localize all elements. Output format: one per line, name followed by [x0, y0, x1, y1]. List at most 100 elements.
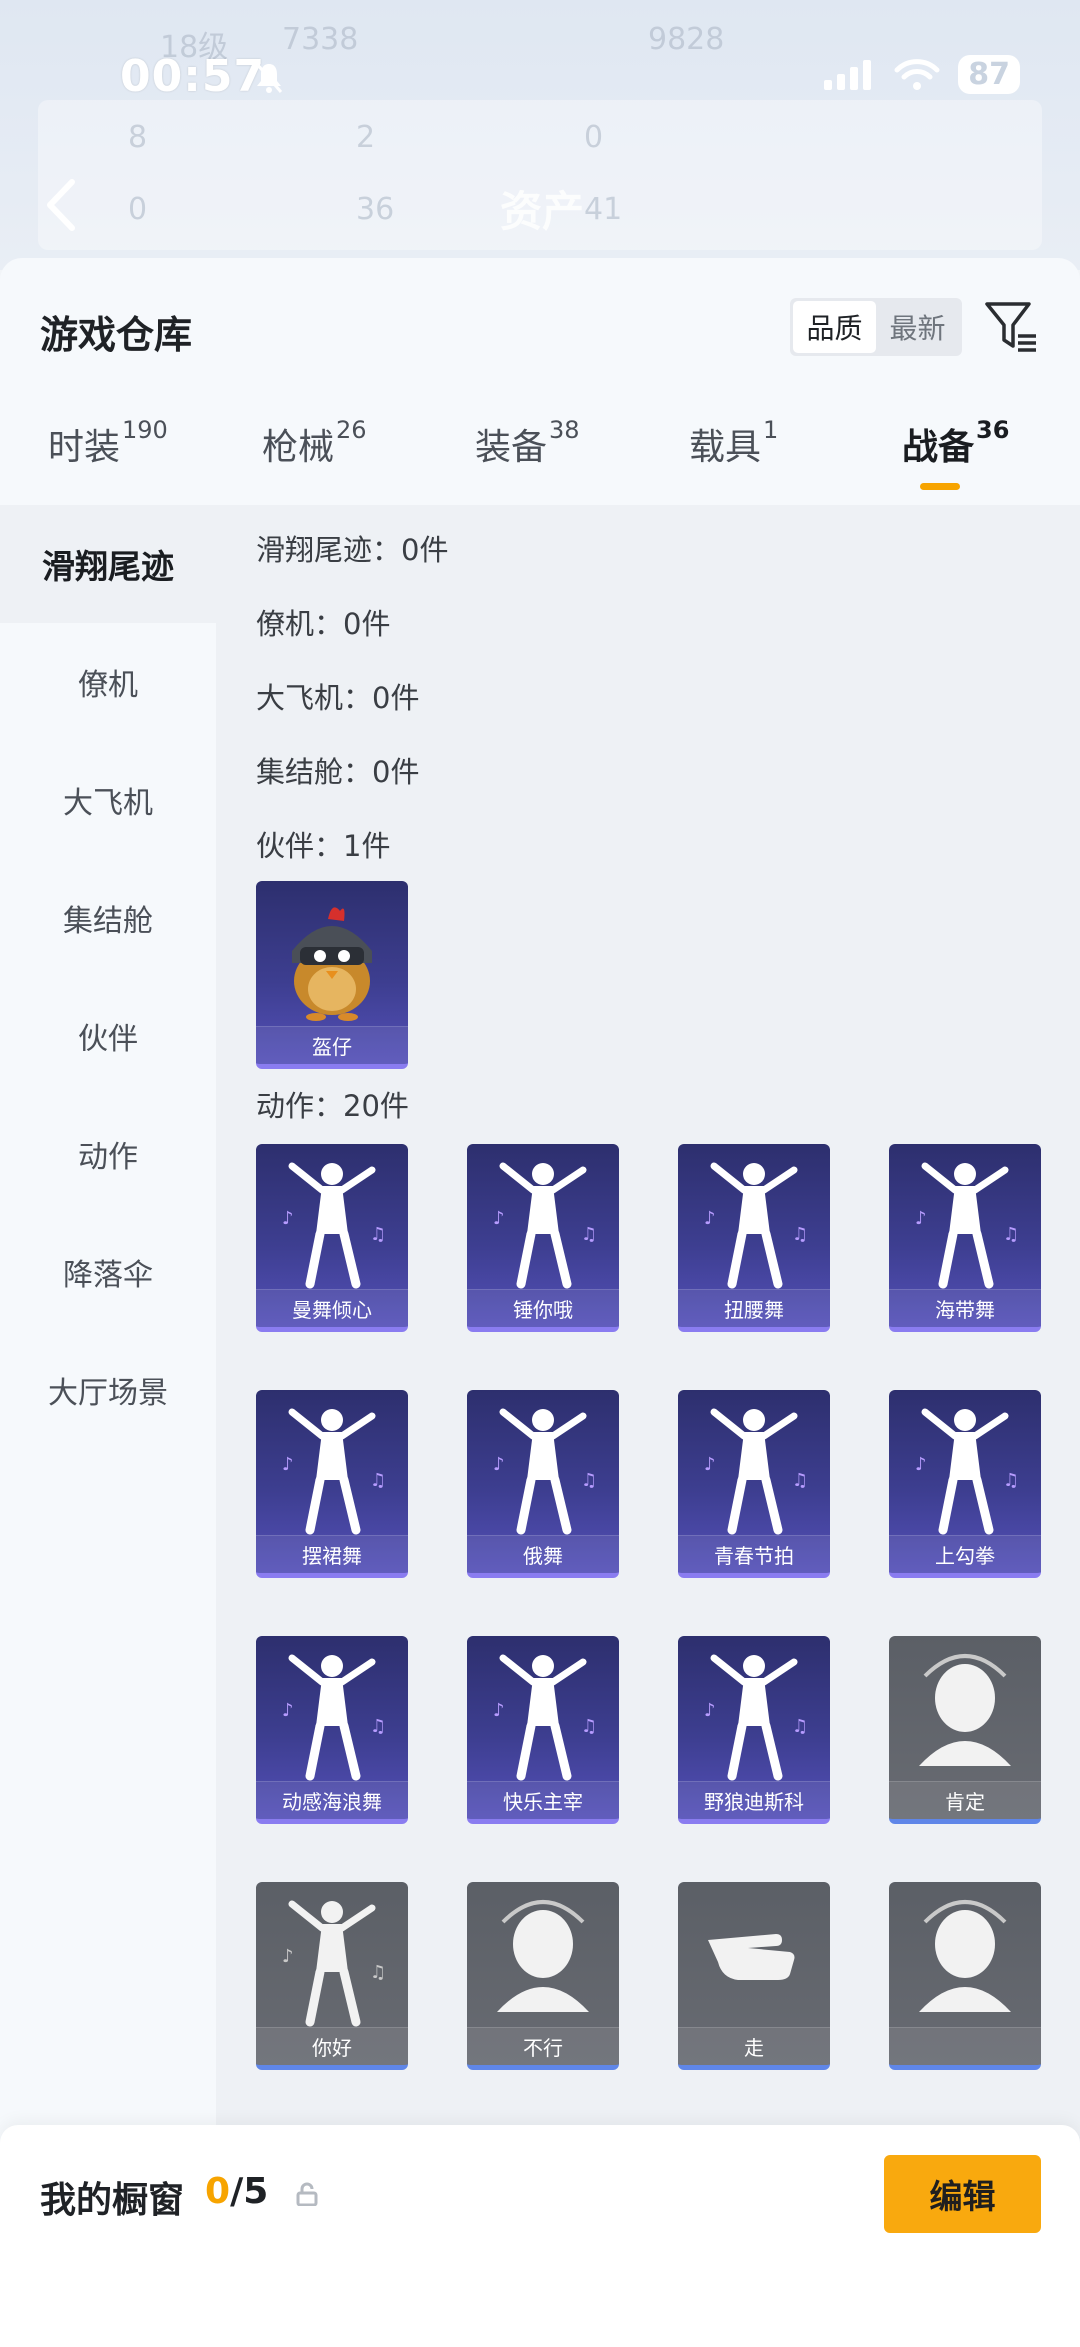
section-glide-trail: 滑翔尾迹：0件 — [256, 533, 449, 567]
svg-text:♪: ♪ — [493, 1700, 505, 1721]
action-card-name: 野狼迪斯科 — [678, 1781, 830, 1819]
twist-dancer-icon: ♪♫ — [704, 1162, 808, 1289]
action-card[interactable]: ♪ ♫ 野狼迪斯科 — [678, 1636, 830, 1824]
tab-battle-prep[interactable]: 战备36 — [902, 416, 1009, 510]
action-card-name: 俄舞 — [467, 1535, 619, 1573]
svg-text:♫: ♫ — [792, 1470, 808, 1491]
svg-text:♪: ♪ — [704, 1208, 716, 1229]
sort-quality-button[interactable]: 品质 — [793, 301, 876, 353]
warehouse-title: 游戏仓库 — [40, 313, 193, 357]
svg-text:♪: ♪ — [493, 1208, 505, 1229]
youth-beat-icon: ♪♫ — [704, 1408, 808, 1535]
section-big-plane: 大飞机：0件 — [256, 681, 420, 715]
svg-text:♫: ♫ — [370, 1962, 386, 1983]
filter-icon[interactable] — [984, 300, 1040, 356]
action-card[interactable]: 不行 — [467, 1882, 619, 2070]
lock-icon — [296, 2182, 318, 2206]
action-card[interactable] — [889, 1882, 1041, 2070]
svg-text:♪: ♪ — [704, 1454, 716, 1475]
sidebar-item-partner[interactable]: 伙伴 — [0, 977, 216, 1095]
action-card[interactable]: ♪ ♫ 锤你哦 — [467, 1144, 619, 1332]
stat-2: 2 — [356, 120, 376, 155]
tab-vehicles[interactable]: 载具1 — [689, 416, 778, 510]
uppercut-icon: ♪♫ — [915, 1408, 1019, 1535]
tab-fashion[interactable]: 时装190 — [48, 416, 168, 510]
sidebar-item-wingman[interactable]: 僚机 — [0, 623, 216, 741]
stat-3: 0 — [584, 120, 604, 155]
action-card-name: 上勾拳 — [889, 1535, 1041, 1573]
hammer-dancer-icon: ♪♫ — [493, 1162, 597, 1289]
signal-icon — [824, 59, 872, 90]
svg-text:♫: ♫ — [370, 1224, 386, 1245]
action-card-name: 快乐主宰 — [467, 1781, 619, 1819]
battery-level: 87 — [958, 55, 1020, 94]
action-card[interactable]: ♪ ♫ 动感海浪舞 — [256, 1636, 408, 1824]
sidebar-item-parachute[interactable]: 降落伞 — [0, 1213, 216, 1331]
header-background: 18级 7338 9828 8 2 0 0 36 41 00:57 87 资产 — [0, 0, 1080, 270]
helmet-icon — [919, 1900, 1011, 2012]
svg-text:♫: ♫ — [1003, 1470, 1019, 1491]
tab-guns[interactable]: 枪械26 — [262, 416, 367, 510]
disco-dancer-icon: ♪♫ — [704, 1654, 808, 1781]
action-card[interactable]: ♪ ♫ 快乐主宰 — [467, 1636, 619, 1824]
sidebar-item-actions[interactable]: 动作 — [0, 1095, 216, 1213]
action-card[interactable]: 肯定 — [889, 1636, 1041, 1824]
action-card[interactable]: ♪ ♫ 海带舞 — [889, 1144, 1041, 1332]
svg-text:♪: ♪ — [704, 1700, 716, 1721]
action-card-name: 青春节拍 — [678, 1535, 830, 1573]
stat-6: 41 — [584, 192, 623, 227]
svg-text:♫: ♫ — [581, 1224, 597, 1245]
stat-4: 0 — [128, 192, 148, 227]
status-time: 00:57 — [120, 51, 266, 102]
svg-text:♫: ♫ — [792, 1224, 808, 1245]
showcase-count: 0/5 — [205, 2171, 269, 2212]
action-card[interactable]: ♪ ♫ 青春节拍 — [678, 1390, 830, 1578]
action-card-name: 动感海浪舞 — [256, 1781, 408, 1819]
svg-text:♫: ♫ — [792, 1716, 808, 1737]
sidebar-item-big-plane[interactable]: 大飞机 — [0, 741, 216, 859]
skirt-dancer-icon: ♪♫ — [282, 1408, 386, 1535]
svg-text:♫: ♫ — [1003, 1224, 1019, 1245]
partner-card[interactable]: 盔仔 — [256, 881, 408, 1069]
content-area: 滑翔尾迹 僚机 大飞机 集结舱 伙伴 动作 降落伞 大厅场景 滑翔尾迹：0件 僚… — [0, 505, 1080, 2347]
action-card[interactable]: ♪ ♫ 摆裙舞 — [256, 1390, 408, 1578]
dancer-sparkle-icon: ♪♫ — [282, 1162, 386, 1289]
svg-text:♪: ♪ — [282, 1700, 294, 1721]
tab-equipment[interactable]: 装备38 — [475, 416, 580, 510]
action-card[interactable]: ♪ ♫ 曼舞倾心 — [256, 1144, 408, 1332]
edit-button[interactable]: 编辑 — [884, 2155, 1041, 2233]
action-card[interactable]: 走 — [678, 1882, 830, 2070]
bell-mute-icon — [255, 63, 283, 93]
action-card-name: 摆裙舞 — [256, 1535, 408, 1573]
svg-text:♪: ♪ — [493, 1454, 505, 1475]
svg-text:♫: ♫ — [370, 1470, 386, 1491]
showcase-footer: 我的橱窗 0/5 编辑 — [0, 2125, 1080, 2347]
sidebar-item-assembly-pod[interactable]: 集结舱 — [0, 859, 216, 977]
sidebar-item-lobby-scene[interactable]: 大厅场景 — [0, 1331, 216, 1449]
svg-text:♫: ♫ — [581, 1470, 597, 1491]
action-card[interactable]: ♪ ♫ 上勾拳 — [889, 1390, 1041, 1578]
sort-toggle: 品质 最新 — [790, 298, 962, 356]
helmet-chick-icon — [292, 907, 372, 1021]
svg-text:♪: ♪ — [915, 1454, 927, 1475]
wave-hand-icon: ♪♫ — [282, 1900, 386, 2027]
russian-dancer-icon: ♪♫ — [493, 1408, 597, 1535]
back-arrow-icon[interactable] — [36, 170, 86, 240]
svg-text:♪: ♪ — [282, 1946, 294, 1967]
sidebar-item-glide-trail[interactable]: 滑翔尾迹 — [0, 505, 216, 623]
sort-newest-button[interactable]: 最新 — [876, 301, 959, 353]
svg-text:♫: ♫ — [370, 1716, 386, 1737]
action-card[interactable]: ♪ ♫ 你好 — [256, 1882, 408, 2070]
action-card[interactable]: ♪ ♫ 扭腰舞 — [678, 1144, 830, 1332]
action-card[interactable]: ♪ ♫ 俄舞 — [467, 1390, 619, 1578]
category-tabs: 时装190 枪械26 装备38 载具1 战备36 — [0, 416, 1080, 510]
pointing-hand-icon — [708, 1934, 795, 1980]
seaweed-dancer-icon: ♪♫ — [915, 1162, 1019, 1289]
page-title: 资产 — [500, 187, 585, 236]
action-card-name: 锤你哦 — [467, 1289, 619, 1327]
section-partner: 伙伴：1件 — [256, 829, 391, 863]
action-card-name: 你好 — [256, 2027, 408, 2065]
active-tab-indicator — [920, 483, 960, 490]
action-card-name: 曼舞倾心 — [256, 1289, 408, 1327]
section-actions: 动作：20件 — [256, 1089, 409, 1123]
